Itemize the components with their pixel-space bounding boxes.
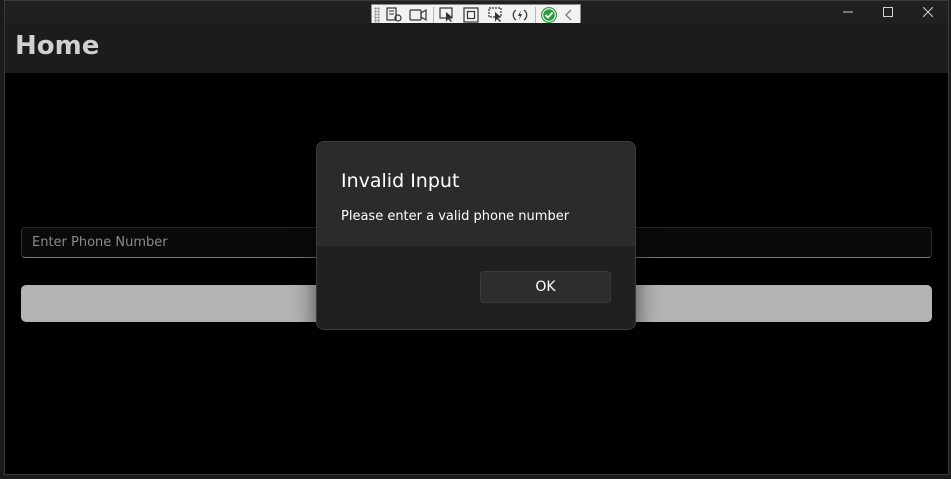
toolbar-separator bbox=[534, 7, 536, 23]
toolbar-grip[interactable] bbox=[374, 7, 380, 23]
close-button[interactable] bbox=[908, 1, 948, 23]
hot-reload-icon bbox=[512, 9, 528, 21]
page-header: Home bbox=[5, 23, 948, 73]
maximize-icon bbox=[883, 7, 893, 17]
dialog-footer: OK bbox=[317, 246, 635, 329]
record-icon bbox=[409, 8, 427, 22]
minimize-button[interactable] bbox=[828, 1, 868, 23]
xaml-binding-ok-icon bbox=[540, 7, 557, 23]
toolbar-separator bbox=[432, 7, 434, 23]
close-icon bbox=[923, 7, 933, 17]
ok-button[interactable]: OK bbox=[480, 271, 611, 303]
xaml-binding-status-button[interactable] bbox=[538, 6, 559, 24]
hot-reload-button[interactable] bbox=[510, 6, 531, 24]
select-element-button[interactable] bbox=[437, 6, 458, 24]
display-layout-adorners-button[interactable] bbox=[461, 6, 482, 24]
collapse-toolbar-button[interactable] bbox=[563, 6, 576, 24]
dialog-title: Invalid Input bbox=[341, 170, 460, 192]
live-visual-tree-button[interactable] bbox=[384, 6, 405, 24]
track-focused-element-button[interactable] bbox=[486, 6, 507, 24]
display-layout-adorners-icon bbox=[463, 7, 479, 23]
live-visual-tree-icon bbox=[386, 7, 402, 22]
record-button[interactable] bbox=[408, 6, 429, 24]
invalid-input-dialog: Invalid Input Please enter a valid phone… bbox=[316, 141, 636, 330]
page-title: Home bbox=[15, 31, 100, 61]
select-element-icon bbox=[439, 7, 453, 22]
minimize-icon bbox=[843, 11, 853, 13]
track-focused-element-icon bbox=[488, 7, 502, 22]
collapse-icon bbox=[565, 9, 572, 21]
maximize-button[interactable] bbox=[868, 1, 908, 23]
dialog-message: Please enter a valid phone number bbox=[341, 209, 570, 224]
